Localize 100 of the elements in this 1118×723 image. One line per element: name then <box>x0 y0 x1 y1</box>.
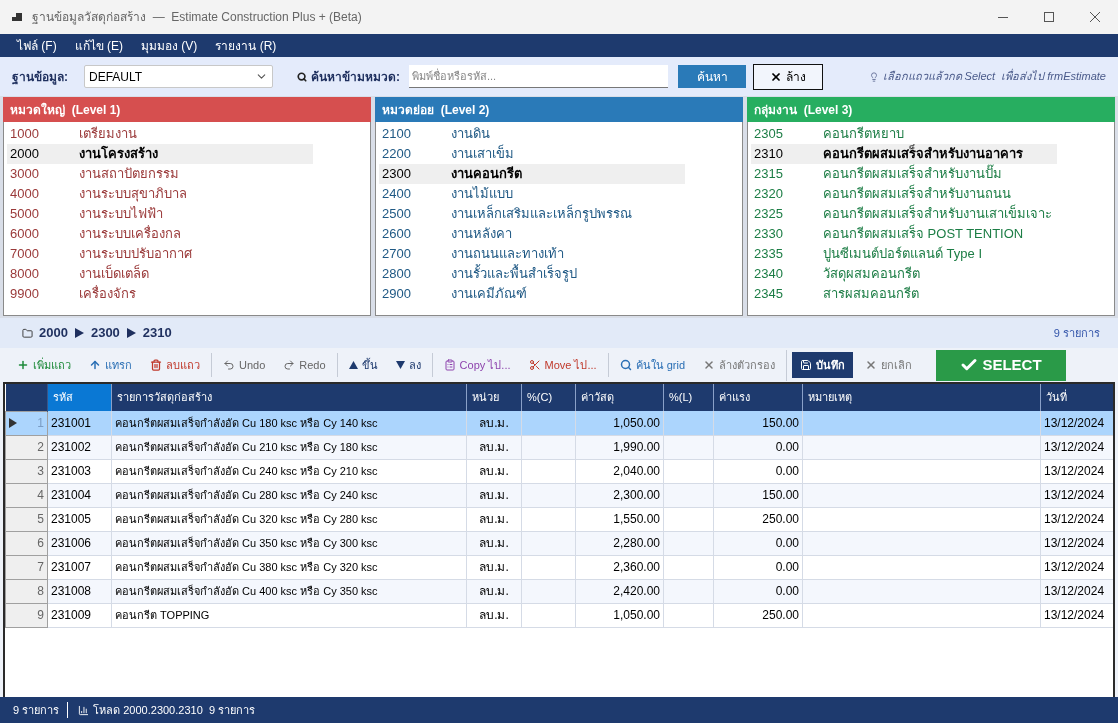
list-item[interactable]: 2000 งานโครงสร้าง <box>7 144 313 164</box>
list-item[interactable]: 2700 งานถนนและทางเท้า <box>379 244 685 264</box>
undo-button[interactable]: Undo <box>217 353 272 377</box>
list-item[interactable]: 2600 งานหลังคา <box>379 224 685 244</box>
search-field[interactable]: พิมพ์ชื่อหรือรหัส... <box>409 65 668 88</box>
table-row[interactable]: 2 231002 คอนกรีตผสมเสร็จกำลังอัด Cu 210 ksc หรือ Cy 180 ksc ลบ.ม. 1,990.00 0.00 13/12/2024 <box>5 435 1113 459</box>
table-cell: 2,300.00 <box>613 488 660 502</box>
table-cell: 13/12/2024 <box>1044 584 1105 598</box>
triangle-right-icon <box>74 328 84 338</box>
table-cell: 0.00 <box>775 584 799 598</box>
table-cell: 231004 <box>51 488 92 502</box>
list-item[interactable]: 2800 งานรั้วและพื้นสำเร็จรูป <box>379 264 685 284</box>
triangle-right-icon <box>126 328 136 338</box>
table-cell: ลบ.ม. <box>479 584 509 598</box>
table-row[interactable]: 8 231008 คอนกรีตผสมเสร็จกำลังอัด Cu 400 ksc หรือ Cy 350 ksc ลบ.ม. 2,420.00 0.00 13/12/2024 <box>5 579 1113 603</box>
column-header[interactable]: รหัส <box>47 384 112 411</box>
menu-item[interactable]: ไฟล์ (F) <box>10 36 64 55</box>
clear-button[interactable]: ล้าง <box>753 63 823 90</box>
table-cell: ลบ.ม. <box>479 512 509 526</box>
lightbulb-icon <box>868 71 879 82</box>
select-button[interactable]: SELECT <box>936 349 1067 381</box>
breadcrumb-item[interactable]: 2310 <box>142 323 172 343</box>
list-item[interactable]: 2300 งานคอนกรีต <box>379 164 685 184</box>
search-icon <box>297 71 307 82</box>
list-item[interactable]: 8000 งานเบ็ดเตล็ด <box>7 264 313 284</box>
list-item[interactable]: 2315 คอนกรีตผสมเสร็จสำหรับงานปั๊ม <box>751 164 1057 184</box>
list-item[interactable]: 2100 งานดิน <box>379 124 685 144</box>
table-cell: คอนกรีตผสมเสร็จกำลังอัด Cu 210 ksc หรือ Cy 180 ksc <box>115 441 378 453</box>
folder-icon <box>22 327 33 339</box>
list-item[interactable]: 2325 คอนกรีตผสมเสร็จสำหรับงานเสาเข็มเจาะ <box>751 204 1057 224</box>
table-row[interactable]: 9 231009 คอนกรีต TOPPING ลบ.ม. 1,050.00 250.00 13/12/2024 <box>5 603 1113 627</box>
list-item[interactable]: 2500 งานเหล็กเสริมและเหล็กรูปพรรณ <box>379 204 685 224</box>
row-number: 5 <box>37 511 44 528</box>
list-item[interactable]: 2310 คอนกรีตผสมเสร็จสำหรับงานอาคาร <box>751 144 1057 164</box>
table-row[interactable]: 7 231007 คอนกรีตผสมเสร็จกำลังอัด Cu 380 ksc หรือ Cy 320 ksc ลบ.ม. 2,360.00 0.00 13/12/2024 <box>5 555 1113 579</box>
table-cell: 231002 <box>51 440 92 454</box>
table-row[interactable]: 6 231006 คอนกรีตผสมเสร็จกำลังอัด Cu 350 ksc หรือ Cy 300 ksc ลบ.ม. 2,280.00 0.00 13/12/2024 <box>5 531 1113 555</box>
table-row[interactable]: 1 231001 คอนกรีตผสมเสร็จกำลังอัด Cu 180 ksc หรือ Cy 140 ksc ลบ.ม. 1,050.00 150.00 13/12/2024 <box>5 411 1113 435</box>
delete-button[interactable]: ลบแถว <box>144 353 206 377</box>
table-cell: 0.00 <box>775 464 799 478</box>
list-item[interactable]: 2400 งานไม้แบบ <box>379 184 685 204</box>
row-number: 9 <box>37 607 44 624</box>
table-cell: 1,050.00 <box>613 415 660 430</box>
copy-button[interactable]: Copy ไป... <box>437 353 517 377</box>
redo-button[interactable]: Redo <box>277 353 332 377</box>
table-cell: คอนกรีต TOPPING <box>115 609 210 621</box>
list-item[interactable]: 2345 สารผสมคอนกรีต <box>751 284 1057 304</box>
find-button[interactable]: ค้นใน grid <box>613 353 692 377</box>
down-button[interactable]: ลง <box>389 353 427 377</box>
redo-icon <box>283 359 296 371</box>
panel-title: หมวดใหญ่ (Level 1) <box>10 101 121 119</box>
table-row[interactable]: 5 231005 คอนกรีตผสมเสร็จกำลังอัด Cu 320 ksc หรือ Cy 280 ksc ลบ.ม. 1,550.00 250.00 13/12/2024 <box>5 507 1113 531</box>
hint-text: เลือกแถวแล้วกด Select เพื่อส่งไป frmEstimate <box>882 68 1106 85</box>
arrow-up-icon <box>89 359 101 371</box>
list-item[interactable]: 2320 คอนกรีตผสมเสร็จสำหรับงานถนน <box>751 184 1057 204</box>
list-item[interactable]: 2900 งานเคมีภัณฑ์ <box>379 284 685 304</box>
list-item[interactable]: 3000 งานสถาปัตยกรรม <box>7 164 313 184</box>
list-item[interactable]: 2340 วัสดุผสมคอนกรีต <box>751 264 1057 284</box>
list-item[interactable]: 1000 เตรียมงาน <box>7 124 313 144</box>
clear-filter-button[interactable]: ล้างตัวกรอง <box>697 353 782 377</box>
table-cell: 2,040.00 <box>613 464 660 478</box>
table-row[interactable]: 4 231004 คอนกรีตผสมเสร็จกำลังอัด Cu 280 ksc หรือ Cy 240 ksc ลบ.ม. 2,300.00 150.00 13/12/2024 <box>5 483 1113 507</box>
search-button[interactable]: ค้นหา <box>678 65 746 88</box>
table-cell: 13/12/2024 <box>1044 415 1105 430</box>
cancel-button[interactable]: ยกเลิก <box>859 353 919 377</box>
table-cell: 13/12/2024 <box>1044 560 1105 574</box>
list-item[interactable]: 7000 งานระบบปรับอากาศ <box>7 244 313 264</box>
triangle-down-icon <box>395 361 405 369</box>
table-cell: 0.00 <box>775 560 799 574</box>
list-item[interactable]: 4000 งานระบบสุขาภิบาล <box>7 184 313 204</box>
row-number: 8 <box>37 583 44 600</box>
up-button[interactable]: ขึ้น <box>342 353 384 377</box>
move-button[interactable]: Move ไป... <box>522 353 603 377</box>
insert-button[interactable]: แทรก <box>83 353 138 377</box>
list-item[interactable]: 9900 เครื่องจักร <box>7 284 313 304</box>
list-item[interactable]: 2335 ปูนซีเมนต์ปอร์ตแลนด์ Type I <box>751 244 1057 264</box>
row-number: 2 <box>37 439 44 456</box>
table-cell: 150.00 <box>762 415 799 430</box>
table-cell: คอนกรีตผสมเสร็จกำลังอัด Cu 240 ksc หรือ Cy 210 ksc <box>115 465 378 477</box>
menu-item[interactable]: รายงาน (R) <box>208 36 284 55</box>
row-number: 1 <box>37 415 44 432</box>
table-cell: 231008 <box>51 584 92 598</box>
list-item[interactable]: 2200 งานเสาเข็ม <box>379 144 685 164</box>
table-cell: คอนกรีตผสมเสร็จกำลังอัด Cu 380 ksc หรือ Cy 320 ksc <box>115 561 378 573</box>
table-cell: คอนกรีตผสมเสร็จกำลังอัด Cu 180 ksc หรือ Cy 140 ksc <box>115 416 378 429</box>
menu-item[interactable]: มุมมอง (V) <box>134 36 205 55</box>
add-button[interactable]: เพิ่มแถว <box>11 353 77 377</box>
breadcrumb-item[interactable]: 2000 <box>39 323 68 343</box>
list-item[interactable]: 6000 งานระบบเครื่องกล <box>7 224 313 244</box>
save-button[interactable]: บันทึก <box>792 352 854 378</box>
table-cell: 2,280.00 <box>613 536 660 550</box>
breadcrumb-item[interactable]: 2300 <box>90 323 120 343</box>
list-item[interactable]: 2330 คอนกรีตผสมเสร็จ POST TENTION <box>751 224 1057 244</box>
table-row[interactable]: 3 231003 คอนกรีตผสมเสร็จกำลังอัด Cu 240 ksc หรือ Cy 210 ksc ลบ.ม. 2,040.00 0.00 13/12/2024 <box>5 459 1113 483</box>
list-item[interactable]: 5000 งานระบบไฟฟ้า <box>7 204 313 224</box>
menu-item[interactable]: แก้ไข (E) <box>67 36 130 55</box>
list-item[interactable]: 2305 คอนกรีตหยาบ <box>751 124 1057 144</box>
table-cell: คอนกรีตผสมเสร็จกำลังอัด Cu 400 ksc หรือ Cy 350 ksc <box>115 585 378 597</box>
undo-icon <box>223 359 235 371</box>
database-dropdown[interactable]: DEFAULT <box>84 65 273 88</box>
